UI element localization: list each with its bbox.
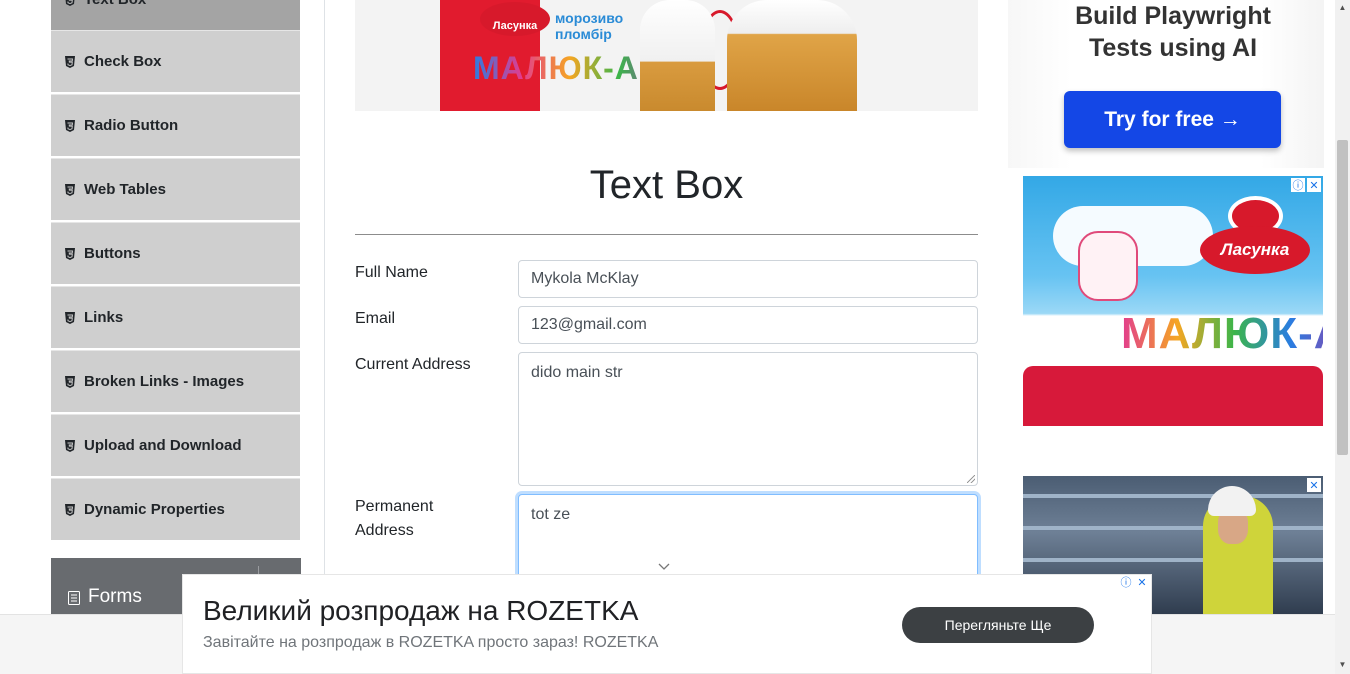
sidebar-item-label: Check Box [84,53,162,70]
ad-headline: Build Playwright Tests using AI [1008,0,1338,64]
ad-info-icon[interactable]: ⓘ [1119,575,1133,589]
sidebar: Text Box Check Box Radio Button Web Tabl… [0,0,325,674]
ad-headline-line1: Build Playwright [1075,2,1271,30]
html5-icon [65,247,75,260]
permanent-address-label-line1: Permanent [355,498,434,515]
full-name-value: Mykola McKlay [531,270,639,287]
ad-info-icon[interactable]: ⓘ [1291,178,1305,192]
html5-icon [65,183,75,196]
ice-cream-cone-image [727,0,857,111]
scroll-up-arrow-icon[interactable]: ▲ [1338,3,1347,12]
product-name-text: МАЛЮК-АМ [473,50,667,86]
ad-close-icon[interactable]: ✕ [1135,575,1149,589]
html5-icon [65,119,75,132]
divider [355,234,978,235]
ad-badge: ⓘ ✕ [1119,575,1149,589]
document-icon [68,591,80,605]
permanent-address-label-line2: Address [355,522,414,539]
email-label: Email [355,310,396,327]
right-ad-lasunka[interactable]: Ласунка МАЛЮК-А ⓘ ✕ [1023,176,1323,426]
html5-icon [65,0,75,6]
product-note-line1: морозиво [555,10,624,26]
resize-grip-icon[interactable] [967,475,975,483]
sidebar-item-label: Dynamic Properties [84,501,225,518]
sidebar-item-check-box[interactable]: Check Box [51,30,300,92]
product-name: МАЛЮК-АМ [473,50,667,87]
sidebar-item-label: Text Box [84,0,146,8]
try-for-free-button[interactable]: Try for free → [1064,91,1281,148]
current-address-textarea[interactable]: dido main str [518,352,978,486]
ad-badge: ✕ [1307,478,1321,492]
html5-icon [65,311,75,324]
ad-close-icon[interactable]: ✕ [1307,478,1321,492]
scrollbar-thumb[interactable] [1337,140,1348,455]
sidebar-item-upload-download[interactable]: Upload and Download [51,414,300,476]
ad-headline-line2: Tests using AI [1088,34,1258,62]
sidebar-item-dynamic-properties[interactable]: Dynamic Properties [51,478,300,540]
product-name: МАЛЮК-А [1121,309,1323,359]
html5-icon [65,439,75,452]
ad-subtext: Завітайте на розпродаж в ROZETKA просто … [203,634,659,651]
ad-badge: ⓘ ✕ [1291,178,1321,192]
ad-headline[interactable]: Великий розпродаж на ROZETKA [203,595,638,627]
sidebar-item-radio-button[interactable]: Radio Button [51,94,300,156]
sidebar-item-links[interactable]: Links [51,286,300,348]
email-input[interactable]: 123@gmail.com [518,306,978,344]
top-banner-ad[interactable]: Ласунка морозиво пломбір МАЛЮК-АМ [355,0,978,111]
factory-beam [1023,494,1323,498]
product-name-text: МАЛЮК-А [1121,309,1323,358]
factory-beam [1023,526,1323,530]
page-title: Text Box [589,163,744,207]
current-address-label: Current Address [355,356,471,373]
sidebar-item-text-box[interactable]: Text Box [51,0,300,30]
ad-cta-button[interactable]: Перегляньте Ще [902,607,1094,643]
cow-mascot-image [1078,231,1138,301]
page-scrollbar[interactable]: ▲ ▼ [1335,0,1350,674]
permanent-address-textarea[interactable]: tot ze [518,494,978,584]
sidebar-group-label: Forms [88,586,142,607]
permanent-address-value: tot ze [531,506,571,523]
brand-logo: Ласунка [1200,226,1310,274]
sidebar-item-label: Web Tables [84,181,166,198]
hard-hat-image [1208,486,1256,516]
sidebar-item-label: Upload and Download [84,437,242,454]
sidebar-item-label: Radio Button [84,117,179,134]
red-wave-decoration [1023,366,1323,386]
full-name-input[interactable]: Mykola McKlay [518,260,978,298]
html5-icon [65,503,75,516]
scroll-down-arrow-icon[interactable]: ▼ [1338,660,1347,669]
chevron-down-icon[interactable] [658,560,670,572]
page: Text Box Check Box Radio Button Web Tabl… [0,0,1350,674]
factory-beam [1023,558,1323,562]
sidebar-item-label: Buttons [84,245,141,262]
current-address-value: dido main str [531,364,623,381]
bottom-ad-rozetka[interactable]: Великий розпродаж на ROZETKA Завітайте н… [182,574,1152,674]
product-note: морозиво пломбір [555,10,623,42]
email-value: 123@gmail.com [531,316,647,333]
ice-cream-cone-image [640,0,715,111]
html5-icon [65,55,75,68]
html5-icon [65,375,75,388]
full-name-label: Full Name [355,264,428,281]
sidebar-item-label: Links [84,309,124,326]
sidebar-item-broken-links[interactable]: Broken Links - Images [51,350,300,412]
product-note-line2: пломбір [555,26,612,42]
brand-logo: Ласунка [480,2,550,36]
sidebar-item-web-tables[interactable]: Web Tables [51,158,300,220]
right-ad-playwright[interactable]: Build Playwright Tests using AI Try for … [1008,0,1324,168]
sidebar-item-buttons[interactable]: Buttons [51,222,300,284]
sidebar-item-label: Broken Links - Images [84,373,245,390]
permanent-address-label: Permanent Address [355,495,433,543]
ad-close-icon[interactable]: ✕ [1307,178,1321,192]
